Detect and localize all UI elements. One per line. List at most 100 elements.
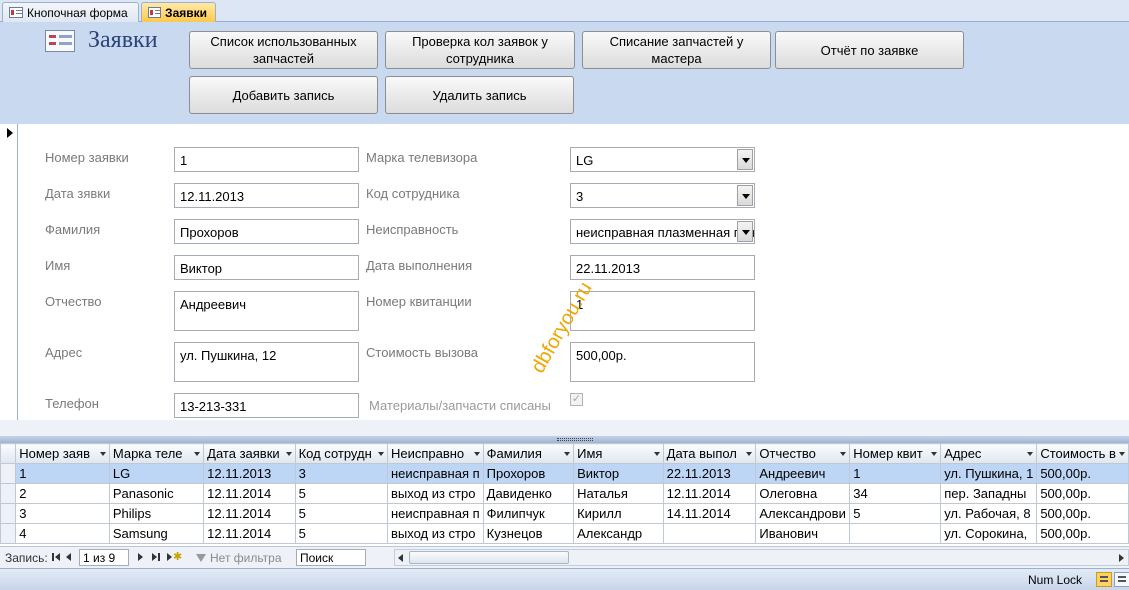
table-cell[interactable]: неисправная п (386, 503, 484, 524)
call-cost-field[interactable]: 500,00р. (570, 342, 755, 382)
add-record-button[interactable]: Добавить запись (189, 76, 378, 114)
column-header[interactable]: Стоимость в (1036, 443, 1129, 464)
table-cell[interactable]: 5 (294, 483, 388, 504)
used-parts-button[interactable]: Список использованных запчастей (189, 31, 378, 69)
order-report-button[interactable]: Отчёт по заявке (775, 31, 964, 69)
table-cell[interactable]: 4 (15, 523, 110, 544)
column-header[interactable]: Фамилия (482, 443, 575, 464)
last-name-field[interactable]: Прохоров (174, 219, 359, 244)
column-header[interactable]: Марка теле (108, 443, 205, 464)
current-record-field[interactable]: 1 из 9 (79, 549, 129, 566)
table-cell[interactable] (662, 523, 757, 544)
row-selector[interactable] (0, 523, 17, 544)
fault-combo[interactable]: неисправная плазменная панель (570, 219, 755, 244)
table-cell[interactable]: 12.11.2013 (203, 463, 296, 484)
filter-toggle[interactable]: Нет фильтра (196, 551, 282, 565)
parts-written-off-checkbox[interactable]: ✓ (570, 393, 583, 406)
table-row[interactable]: 2 Panasonic 12.11.2014 5 выход из стро Д… (0, 483, 1129, 504)
search-input[interactable]: Поиск (296, 549, 366, 566)
column-header[interactable]: Адрес (940, 443, 1038, 464)
table-cell[interactable]: Александрови (755, 503, 851, 524)
table-cell[interactable]: LG (108, 463, 205, 484)
table-cell[interactable]: Давиденко (482, 483, 575, 504)
horizontal-scrollbar[interactable] (394, 549, 1129, 566)
table-cell[interactable]: Александр (573, 523, 664, 544)
chevron-down-icon[interactable] (737, 185, 753, 206)
table-cell[interactable]: Прохоров (482, 463, 575, 484)
table-cell[interactable]: 500,00р. (1036, 463, 1129, 484)
table-cell[interactable]: Наталья (573, 483, 664, 504)
table-cell[interactable]: 34 (849, 483, 942, 504)
table-cell[interactable]: ул. Сорокина, (940, 523, 1038, 544)
table-cell[interactable]: выход из стро (386, 523, 484, 544)
column-header[interactable]: Код сотрудн (294, 443, 388, 464)
table-cell[interactable]: 2 (15, 483, 110, 504)
phone-field[interactable]: 13-213-331 (174, 393, 359, 418)
splitter-grip-icon[interactable] (557, 438, 593, 441)
table-cell[interactable]: 12.11.2014 (203, 483, 296, 504)
column-header[interactable]: Неисправно (386, 443, 484, 464)
table-cell[interactable]: Кирилл (573, 503, 664, 524)
table-cell[interactable]: 5 (294, 523, 388, 544)
done-date-field[interactable]: 22.11.2013 (570, 255, 755, 280)
table-cell[interactable]: 500,00р. (1036, 503, 1129, 524)
tv-brand-combo[interactable]: LG (570, 147, 755, 172)
last-record-icon[interactable] (152, 552, 162, 563)
order-no-field[interactable]: 1 (174, 147, 359, 172)
table-row[interactable]: 1 LG 12.11.2013 3 неисправная п Прохоров… (0, 463, 1129, 484)
tab-orders[interactable]: Заявки (141, 2, 216, 22)
table-cell[interactable]: Олеговна (755, 483, 851, 504)
table-cell[interactable]: 1 (15, 463, 110, 484)
table-cell[interactable]: неисправная п (386, 463, 484, 484)
employee-code-combo[interactable]: 3 (570, 183, 755, 208)
new-record-icon[interactable]: ✱ (167, 552, 182, 563)
order-date-field[interactable]: 12.11.2013 (174, 183, 359, 208)
address-field[interactable]: ул. Пушкина, 12 (174, 342, 359, 382)
table-cell[interactable]: 5 (294, 503, 388, 524)
scrollbar-thumb[interactable] (409, 551, 569, 564)
column-header[interactable]: Имя (573, 443, 664, 464)
receipt-no-field[interactable]: 1 (570, 291, 755, 331)
table-cell[interactable]: Кузнецов (482, 523, 575, 544)
column-header[interactable]: Номер квит (849, 443, 942, 464)
table-cell[interactable]: 12.11.2014 (203, 503, 296, 524)
check-orders-button[interactable]: Проверка кол заявок у сотрудника (385, 31, 575, 69)
first-name-field[interactable]: Виктор (174, 255, 359, 280)
delete-record-button[interactable]: Удалить запись (385, 76, 574, 114)
chevron-down-icon[interactable] (737, 149, 753, 170)
column-header[interactable]: Отчество (755, 443, 851, 464)
column-header[interactable]: Номер заяв (15, 443, 110, 464)
patronymic-field[interactable]: Андреевич (174, 291, 359, 331)
column-header[interactable]: Дата заявки (203, 443, 296, 464)
table-cell[interactable]: 500,00р. (1036, 523, 1129, 544)
table-cell[interactable]: выход из стро (386, 483, 484, 504)
scroll-right-icon[interactable] (1119, 554, 1124, 562)
table-cell[interactable]: 1 (849, 463, 942, 484)
table-cell[interactable]: Philips (108, 503, 205, 524)
scroll-left-icon[interactable] (398, 554, 403, 562)
table-cell[interactable]: 3 (15, 503, 110, 524)
table-cell[interactable]: Panasonic (108, 483, 205, 504)
select-all-cell[interactable] (0, 443, 17, 464)
table-cell[interactable]: 5 (849, 503, 942, 524)
next-record-icon[interactable] (138, 552, 148, 563)
table-cell[interactable]: Иванович (755, 523, 851, 544)
table-cell[interactable] (849, 523, 942, 544)
row-selector[interactable] (0, 483, 17, 504)
table-row[interactable]: 3 Philips 12.11.2014 5 неисправная п Фил… (0, 503, 1129, 524)
row-selector[interactable] (0, 463, 17, 484)
layout-view-icon[interactable] (1114, 572, 1129, 587)
previous-record-icon[interactable] (66, 552, 76, 563)
table-row[interactable]: 4 Samsung 12.11.2014 5 выход из стро Куз… (0, 523, 1129, 544)
table-cell[interactable]: 12.11.2014 (203, 523, 296, 544)
table-cell[interactable]: Samsung (108, 523, 205, 544)
table-cell[interactable]: Виктор (573, 463, 664, 484)
column-header[interactable]: Дата выпол (662, 443, 757, 464)
table-cell[interactable]: 22.11.2013 (662, 463, 757, 484)
record-selector[interactable] (0, 124, 18, 420)
chevron-down-icon[interactable] (737, 221, 753, 242)
first-record-icon[interactable] (52, 552, 62, 563)
table-cell[interactable]: ул. Рабочая, 8 (940, 503, 1038, 524)
writeoff-parts-button[interactable]: Списание запчастей у мастера (582, 31, 771, 69)
table-cell[interactable]: 14.11.2014 (662, 503, 757, 524)
